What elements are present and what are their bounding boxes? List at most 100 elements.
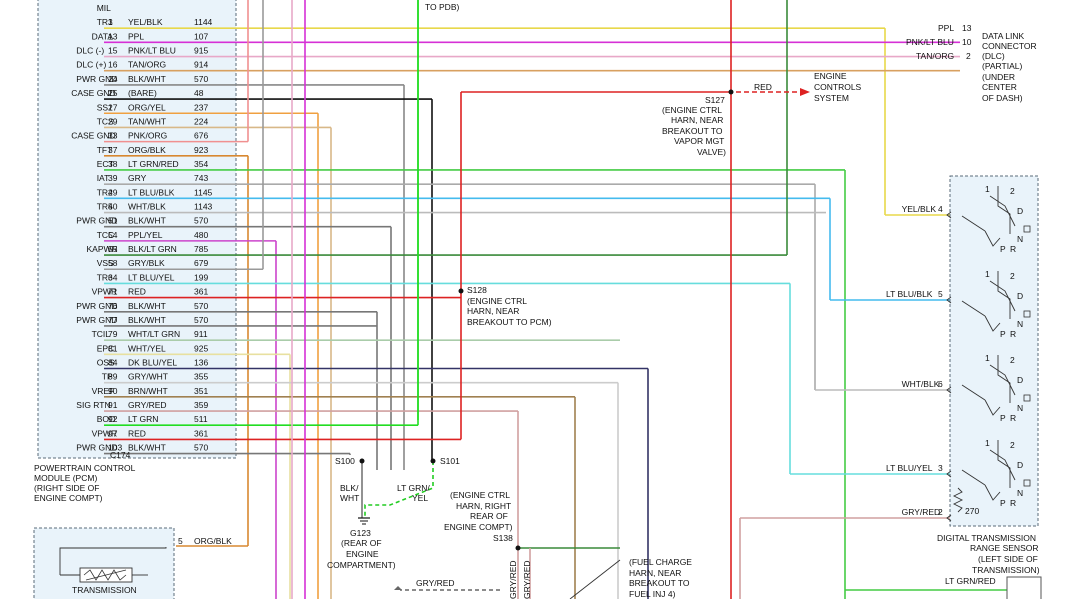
pcm-pin-number: 50: [108, 202, 118, 212]
range-position-label: 2: [1010, 271, 1015, 281]
pcm-pin-circuit: 1143: [194, 202, 213, 212]
range-sensor-input-pin: 4: [938, 204, 943, 214]
pcm-pin-number: 58: [108, 258, 118, 268]
range-position-label: D: [1017, 375, 1023, 385]
range-position-label: P: [1000, 498, 1006, 508]
pcm-pin-number: 76: [108, 301, 118, 311]
ground-wire-left-2: WHT: [340, 493, 359, 503]
pcm-pin-name: DLC (-): [76, 46, 104, 56]
pcm-pin-number: 15: [108, 46, 118, 56]
range-position-label: N: [1017, 488, 1023, 498]
pcm-pin-wire-color: PNK/LT BLU: [128, 46, 176, 56]
s127-target-1: ENGINE: [814, 71, 847, 81]
range-position-label: N: [1017, 403, 1023, 413]
range-position-label: R: [1010, 498, 1016, 508]
pcm-pin-wire-color: YEL/BLK: [128, 17, 163, 27]
range-position-label: D: [1017, 460, 1023, 470]
ground-desc-3: COMPARTMENT): [327, 560, 396, 570]
pcm-pin-wire-color: LT GRN: [128, 414, 158, 424]
pcm-pin-wire-color: BLK/LT GRN: [128, 244, 177, 254]
pcm-pin-circuit: 925: [194, 343, 208, 353]
range-sensor-input-pin: 3: [938, 463, 943, 473]
pcm-pin-circuit: 199: [194, 272, 208, 282]
pcm-pin-circuit: 911: [194, 329, 208, 339]
wire-layer: [104, 0, 1008, 599]
pcm-pin-number: 24: [108, 74, 118, 84]
pcm-pin-number: 81: [108, 343, 118, 353]
pcm-pin-wire-color: (BARE): [128, 88, 157, 98]
wiring-diagram: MILTR13 YEL/BLK 1144DATA13 PPL 107DLC (-) 15 P…: [33, 0, 1042, 599]
dlc-label-4: (PARTIAL): [982, 61, 1022, 71]
range-position-label: P: [1000, 413, 1006, 423]
pcm-pin-circuit: 361: [194, 287, 208, 297]
s128-desc-1: (ENGINE CTRL: [467, 296, 527, 306]
splice-s128-dot: [458, 288, 464, 294]
pcm-pin-wire-color: GRY/RED: [128, 400, 167, 410]
transmission-label: TRANSMISSION: [72, 585, 137, 595]
dlc-wire-tan: TAN/ORG: [916, 51, 954, 61]
ground-desc-1: (REAR OF: [341, 538, 382, 548]
range-position-label: R: [1010, 413, 1016, 423]
range-position-label: 2: [1010, 186, 1015, 196]
s138-desc-4: ENGINE COMPT): [444, 522, 513, 532]
range-sensor-lower-connector: [1006, 576, 1042, 599]
range-position-label: R: [1010, 329, 1016, 339]
pcm-pin-wire-color: LT BLU/BLK: [128, 187, 175, 197]
pcm-pin-circuit: 676: [194, 131, 208, 141]
pcm-pin-circuit: 1145: [194, 187, 213, 197]
range-sensor-input-label: YEL/BLK: [902, 204, 937, 214]
pcm-pin-wire-color: PPL/YEL: [128, 230, 163, 240]
pcm-pin-circuit: 570: [194, 443, 208, 453]
s138-desc-2: HARN, RIGHT: [456, 501, 511, 511]
pcm-pin-wire-color: LT GRN/RED: [128, 159, 179, 169]
pcm-pin-number: 71: [108, 287, 118, 297]
pcm-pin-wire-color: TAN/WHT: [128, 116, 166, 126]
pcm-pin-circuit: 361: [194, 428, 208, 438]
range-position-label: P: [1000, 329, 1006, 339]
dlc-label-6: CENTER: [982, 82, 1017, 92]
range-sensor-input-pin: 2: [938, 507, 943, 517]
pcm-pin-wire-color: PNK/ORG: [128, 131, 167, 141]
s127-desc-1: (ENGINE CTRL: [662, 105, 722, 115]
s127-wire-red: RED: [754, 82, 772, 92]
range-position-label: 1: [985, 353, 990, 363]
s128-id: S128: [467, 285, 487, 295]
pcm-pin-number: 3: [108, 17, 113, 27]
pcm-pin-wire-color: RED: [128, 428, 146, 438]
pcm-pin-wire-color: ORG/BLK: [128, 145, 166, 155]
pcm-pin-wire-color: RED: [128, 287, 146, 297]
pcm-pin-circuit: 914: [194, 60, 208, 70]
vertical-label-1: GRY/RED: [508, 560, 518, 599]
range-position-label: 2: [1010, 355, 1015, 365]
dlc-pin-13: 13: [962, 23, 972, 33]
pcm-pin-circuit: 785: [194, 244, 208, 254]
pcm-pin-circuit: 1144: [194, 17, 213, 27]
pcm-connector-label: C174: [110, 450, 131, 460]
splice-s127-dot: [728, 89, 734, 95]
range-position-label: N: [1017, 319, 1023, 329]
pcm-pin-wire-color: TAN/ORG: [128, 60, 166, 70]
pcm-label-3: (RIGHT SIDE OF: [34, 483, 100, 493]
pcm-pin-circuit: 570: [194, 301, 208, 311]
pcm-pin-wire-color: PPL: [128, 31, 144, 41]
pcm-pin-wire-color: WHT/BLK: [128, 202, 166, 212]
range-sensor-input-label: LT BLU/YEL: [886, 463, 933, 473]
range-sensor-input-pin: 6: [938, 379, 943, 389]
pcm-pin-circuit: 351: [194, 386, 208, 396]
pcm-pin-circuit: 48: [194, 88, 204, 98]
range-sensor-box: [949, 175, 1039, 527]
pcm-pin-wire-color: BLK/WHT: [128, 443, 166, 453]
pcm-pin-number: 97: [108, 428, 118, 438]
pcm-pin-circuit: 570: [194, 216, 208, 226]
s127-target-3: SYSTEM: [814, 93, 849, 103]
s127-id: S127: [705, 95, 725, 105]
range-position-label: 1: [985, 269, 990, 279]
s100-id: S100: [335, 456, 355, 466]
pcm-pin-circuit: 480: [194, 230, 208, 240]
range-position-label: 1: [985, 438, 990, 448]
pcm-pin-circuit: 511: [194, 414, 208, 424]
range-sensor-input-pin: 5: [938, 289, 943, 299]
pcm-pin-name: SIG RTN: [76, 400, 110, 410]
pcm-pin-number: 37: [108, 145, 118, 155]
pcm-pin-number: 29: [108, 116, 118, 126]
